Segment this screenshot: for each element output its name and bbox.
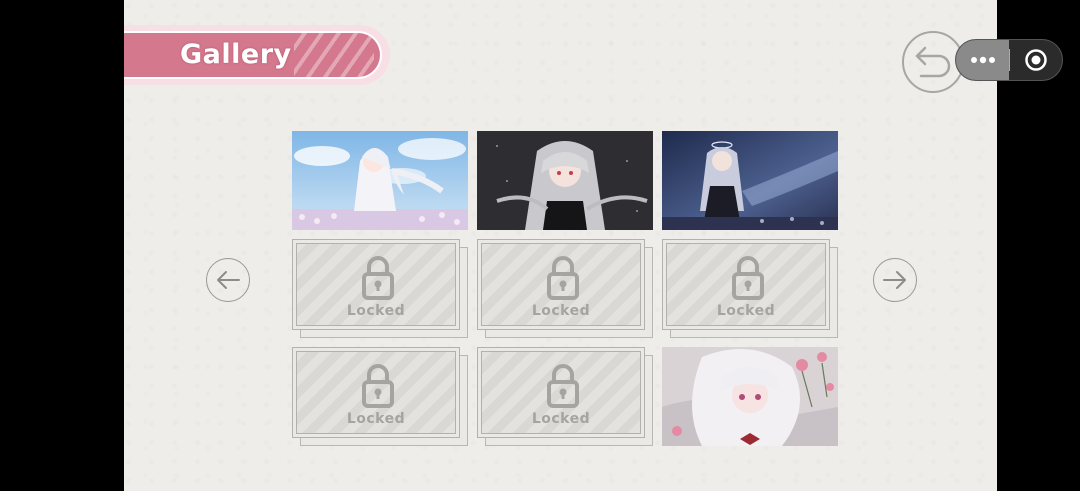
cg-image-night — [662, 131, 838, 230]
locked-card-inner: Locked — [296, 351, 456, 434]
gallery-thumbnail-2[interactable] — [477, 131, 653, 230]
locked-card: Locked — [292, 239, 460, 330]
locked-card: Locked — [292, 347, 460, 438]
padlock-icon — [362, 256, 394, 300]
locked-card-inner: Locked — [481, 351, 641, 434]
gallery-locked-slot-3: Locked — [662, 239, 838, 338]
gallery-locked-slot-2: Locked — [477, 239, 653, 338]
gallery-thumbnail-4[interactable] — [662, 347, 838, 446]
padlock-icon — [547, 364, 579, 408]
locked-label: Locked — [716, 303, 776, 319]
record-target-icon — [1025, 49, 1047, 71]
locked-card-inner: Locked — [296, 243, 456, 326]
locked-label: Locked — [531, 411, 591, 427]
locked-label: Locked — [346, 303, 406, 319]
locked-card: Locked — [477, 347, 645, 438]
more-dots-icon — [970, 56, 995, 64]
gallery-banner: Gallery — [124, 25, 390, 85]
gallery-thumbnail-1[interactable] — [292, 131, 468, 230]
padlock-icon — [547, 256, 579, 300]
arrow-right-icon — [883, 271, 906, 289]
prev-page-button[interactable] — [206, 258, 250, 302]
locked-label: Locked — [346, 411, 406, 427]
cg-image-sky-field — [292, 131, 468, 230]
cg-image-roses — [662, 347, 838, 446]
arrow-left-icon — [217, 271, 240, 289]
gallery-locked-slot-4: Locked — [292, 347, 468, 446]
padlock-icon — [732, 256, 764, 300]
next-page-button[interactable] — [873, 258, 917, 302]
more-button[interactable] — [956, 40, 1009, 80]
locked-card: Locked — [477, 239, 645, 330]
locked-card-inner: Locked — [481, 243, 641, 326]
page-title: Gallery — [180, 39, 292, 70]
banner-stripes — [294, 33, 374, 77]
gallery-thumbnail-3[interactable] — [662, 131, 838, 230]
mini-program-capsule — [955, 39, 1063, 81]
undo-arrow-icon — [915, 46, 951, 78]
locked-card: Locked — [662, 239, 830, 330]
close-record-button[interactable] — [1010, 40, 1062, 80]
gallery-locked-slot-5: Locked — [477, 347, 653, 446]
locked-card-inner: Locked — [666, 243, 826, 326]
gallery-screen: Gallery Locked Locked Locked Locked Lock… — [124, 0, 997, 491]
locked-label: Locked — [531, 303, 591, 319]
cg-image-dark — [477, 131, 653, 230]
padlock-icon — [362, 364, 394, 408]
gallery-banner-inner: Gallery — [124, 31, 382, 79]
gallery-locked-slot-1: Locked — [292, 239, 468, 338]
